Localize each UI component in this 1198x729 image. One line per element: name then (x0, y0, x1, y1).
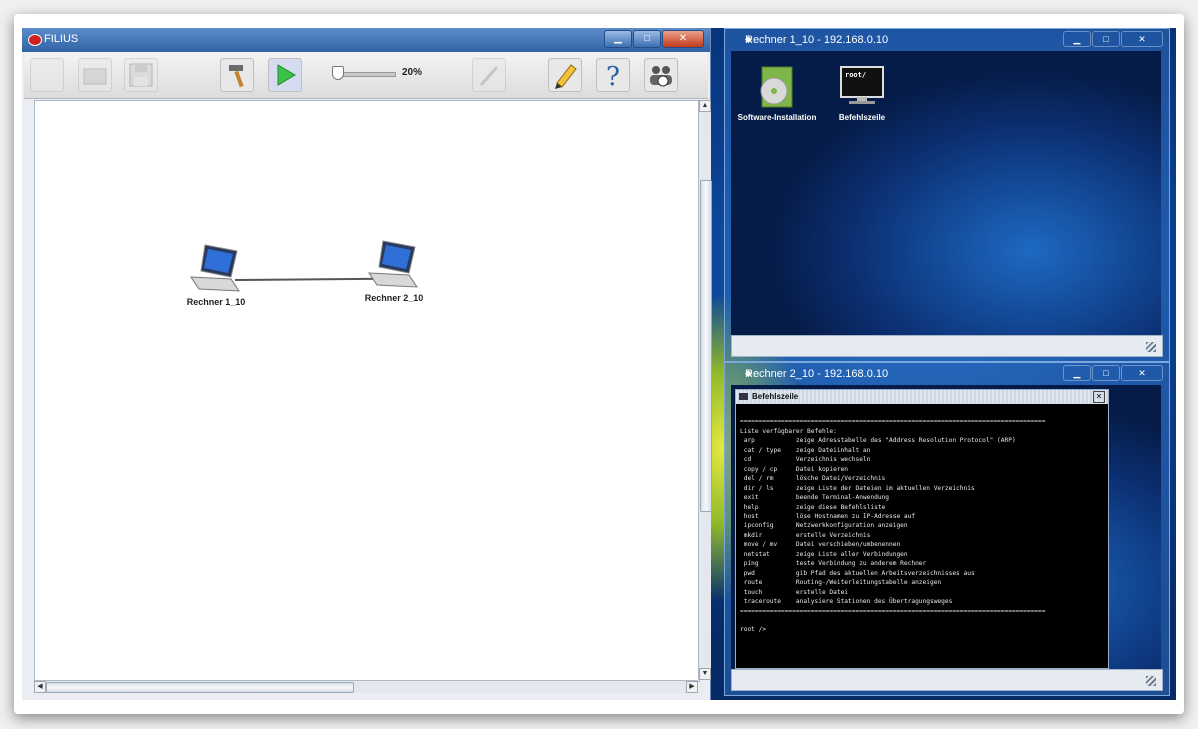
window-title: FILIUS (44, 33, 79, 45)
folder-icon (83, 68, 107, 85)
simulation-mode-button[interactable] (268, 58, 302, 92)
rechner-2-window: ◆ Rechner 2_10 - 192.168.0.10 ▁ □ ✕ Befe… (724, 362, 1170, 696)
vertical-scrollbar[interactable]: ▲ ▼ (698, 100, 712, 680)
filius-window: FILIUS ▁ □ ✕ 20% ? Rechner 1_10 Rechner … (22, 28, 712, 700)
minimize-button[interactable]: ▁ (1063, 365, 1091, 381)
filius-titlebar[interactable]: FILIUS ▁ □ ✕ (22, 28, 710, 52)
software-installation-shortcut[interactable]: Software-Installation (735, 65, 819, 122)
scroll-right-icon[interactable]: ▶ (686, 681, 698, 693)
design-mode-button[interactable] (220, 58, 254, 92)
open-folder-button[interactable] (78, 58, 112, 92)
status-bar (731, 669, 1163, 691)
window-title: Rechner 2_10 - 192.168.0.10 (745, 368, 889, 380)
scroll-left-icon[interactable]: ◀ (34, 681, 46, 693)
befehlszeile-shortcut[interactable]: root/ Befehlszeile (827, 65, 897, 122)
svg-text:?: ? (606, 62, 620, 91)
rechner-1-titlebar[interactable]: ◆ Rechner 1_10 - 192.168.0.10 ▁ □ ✕ (725, 29, 1169, 51)
node-rechner-1[interactable]: Rechner 1_10 (175, 241, 257, 307)
save-button[interactable] (124, 58, 158, 92)
close-button[interactable]: ✕ (1121, 365, 1163, 381)
maximize-button[interactable]: □ (1092, 31, 1120, 47)
people-info-icon (650, 66, 672, 87)
play-icon (277, 64, 296, 86)
pencil-icon (555, 64, 577, 89)
terminal-monitor-icon: root/ (840, 66, 884, 104)
resize-grip-icon[interactable] (1146, 342, 1156, 352)
terminal-window[interactable]: Befehlszeile ✕ =========================… (735, 389, 1109, 669)
new-file-button[interactable] (30, 58, 64, 92)
shortcut-label: Software-Installation (737, 113, 817, 122)
node-rechner-2[interactable]: Rechner 2_10 (353, 237, 435, 303)
network-canvas[interactable]: Rechner 1_10 Rechner 2_10 (34, 100, 700, 682)
laptop-icon (368, 240, 418, 288)
close-button[interactable]: ✕ (662, 30, 704, 48)
toolbar: 20% ? (24, 52, 708, 99)
floppy-icon (129, 63, 153, 87)
edit-button[interactable] (548, 58, 582, 92)
maximize-button[interactable]: □ (1092, 365, 1120, 381)
vertical-scroll-thumb[interactable] (700, 180, 712, 512)
resize-grip-icon[interactable] (1146, 676, 1156, 686)
minimize-button[interactable]: ▁ (1063, 31, 1091, 47)
info-button[interactable] (644, 58, 678, 92)
filius-logo-icon (28, 34, 42, 46)
window-title: Rechner 1_10 - 192.168.0.10 (745, 34, 889, 46)
question-icon: ? (606, 62, 620, 92)
svg-text:root/: root/ (845, 71, 866, 79)
node-label: Rechner 1_10 (186, 297, 246, 307)
close-button[interactable]: ✕ (1121, 31, 1163, 47)
maximize-button[interactable]: □ (633, 30, 661, 48)
horizontal-scroll-thumb[interactable] (46, 682, 354, 693)
rechner-1-desktop: Software-Installation root/ Befehlszeile (731, 51, 1161, 335)
wizard-button[interactable] (472, 58, 506, 92)
speed-value: 20% (402, 67, 423, 78)
help-button[interactable]: ? (596, 58, 630, 92)
laptop-icon (190, 244, 240, 292)
minimize-button[interactable]: ▁ (604, 30, 632, 48)
software-box-icon (760, 66, 793, 108)
rechner-2-titlebar[interactable]: ◆ Rechner 2_10 - 192.168.0.10 ▁ □ ✕ (725, 363, 1169, 385)
scroll-down-icon[interactable]: ▼ (699, 668, 711, 680)
speed-slider-thumb[interactable] (332, 66, 344, 80)
shortcut-label: Befehlszeile (838, 113, 886, 122)
horizontal-scrollbar[interactable]: ◀ ▶ (34, 680, 698, 693)
terminal-close-icon[interactable]: ✕ (1093, 391, 1105, 403)
terminal-titlebar[interactable]: Befehlszeile ✕ (736, 390, 1108, 404)
wand-icon (479, 66, 499, 86)
node-label: Rechner 2_10 (364, 293, 424, 303)
hammer-icon (229, 65, 244, 88)
status-bar (731, 335, 1163, 357)
terminal-title: Befehlszeile (752, 392, 799, 401)
terminal-icon (739, 393, 748, 400)
terminal-output[interactable]: ========================================… (736, 404, 1108, 639)
scroll-up-icon[interactable]: ▲ (699, 100, 711, 112)
rechner-1-window: ◆ Rechner 1_10 - 192.168.0.10 ▁ □ ✕ Soft… (724, 28, 1170, 362)
